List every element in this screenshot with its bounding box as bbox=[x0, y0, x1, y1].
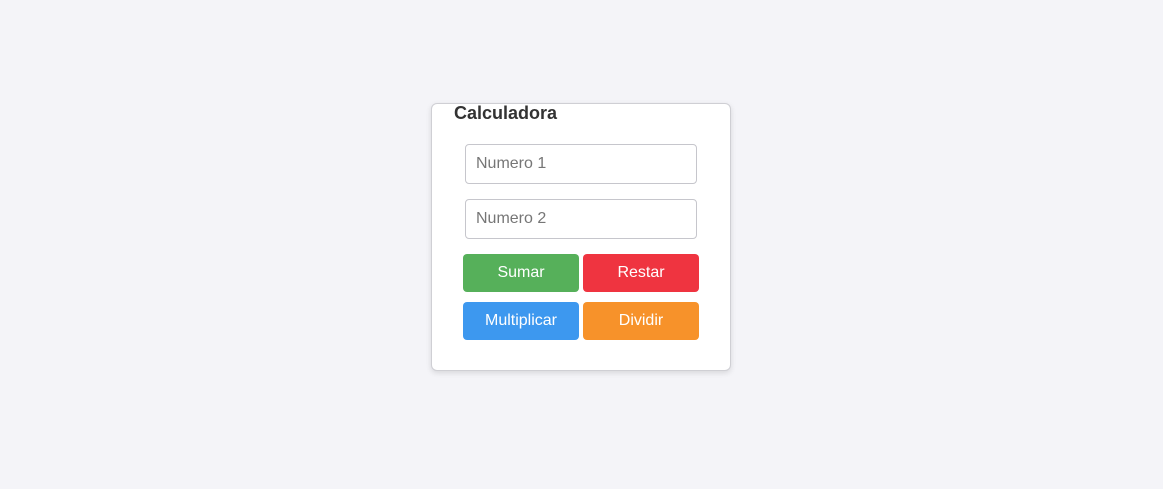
number-2-input[interactable] bbox=[465, 199, 697, 239]
subtract-button[interactable]: Restar bbox=[583, 254, 699, 292]
divide-button[interactable]: Dividir bbox=[583, 302, 699, 340]
calculator-title: Calculadora bbox=[454, 103, 558, 123]
add-button[interactable]: Sumar bbox=[463, 254, 579, 292]
multiply-button[interactable]: Multiplicar bbox=[463, 302, 579, 340]
number-1-input[interactable] bbox=[465, 144, 697, 184]
